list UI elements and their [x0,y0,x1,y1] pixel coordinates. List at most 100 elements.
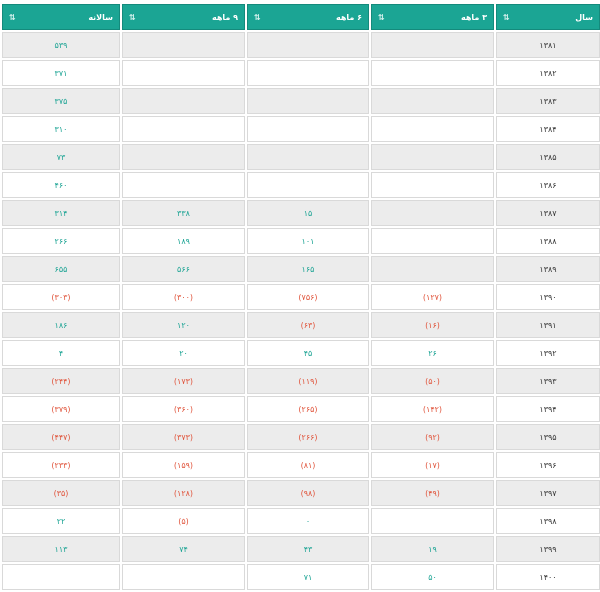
9-month-cell [122,116,245,142]
annual-cell: ۳۱۴ [2,200,120,226]
9-month-cell: ۳۳۸ [122,200,245,226]
table-row: (۳۷۹) (۳۶۰) (۲۶۵) (۱۴۲) ۱۳۹۴ [2,396,600,422]
6-month-cell: ۴۳ [247,536,369,562]
3-month-cell [371,200,494,226]
column-header-3-month[interactable]: ⇅ ۳ ماهه [371,4,494,30]
3-month-cell: (۴۹) [371,480,494,506]
6-month-cell: (۲۶۶) [247,424,369,450]
6-month-cell: (۲۶۵) [247,396,369,422]
table-row: ۱۸۶ ۱۲۰ (۶۳) (۱۶) ۱۳۹۱ [2,312,600,338]
year-cell: ۱۳۹۷ [496,480,600,506]
year-cell: ۱۳۸۵ [496,144,600,170]
annual-cell: ۳۷۵ [2,88,120,114]
annual-cell: ۴ [2,340,120,366]
column-header-year[interactable]: ⇅ سال [496,4,600,30]
year-cell: ۱۳۸۴ [496,116,600,142]
9-month-cell [122,32,245,58]
table-row: ۵۳۹ ۱۳۸۱ [2,32,600,58]
6-month-cell [247,144,369,170]
annual-cell: (۲۴۴) [2,368,120,394]
6-month-cell: (۹۸) [247,480,369,506]
annual-cell: (۲۳۳) [2,452,120,478]
year-cell: ۱۳۸۸ [496,228,600,254]
9-month-cell: (۳۷۳) [122,424,245,450]
year-cell: ۱۳۹۲ [496,340,600,366]
annual-cell: ۲۲ [2,508,120,534]
year-cell: ۱۳۹۶ [496,452,600,478]
year-cell: ۱۴۰۰ [496,564,600,590]
sort-arrows-icon[interactable]: ⇅ [378,13,385,22]
6-month-cell: (۸۱) [247,452,369,478]
year-cell: ۱۳۹۵ [496,424,600,450]
table-row: (۳۵) (۱۲۸) (۹۸) (۴۹) ۱۳۹۷ [2,480,600,506]
3-month-cell: (۱۴۲) [371,396,494,422]
sort-arrows-icon[interactable]: ⇅ [9,13,16,22]
6-month-cell: ۱۶۵ [247,256,369,282]
table-row: (۲۳۳) (۱۵۹) (۸۱) (۱۷) ۱۳۹۶ [2,452,600,478]
3-month-cell [371,508,494,534]
annual-cell: ۲۶۶ [2,228,120,254]
3-month-cell: (۱۷) [371,452,494,478]
table-row: ۳۷۵ ۱۳۸۳ [2,88,600,114]
column-header-6-month[interactable]: ⇅ ۶ ماهه [247,4,369,30]
column-header-annual[interactable]: ⇅ سالانه [2,4,120,30]
table-row: ۳۷۱ ۱۳۸۲ [2,60,600,86]
9-month-cell [122,60,245,86]
column-header-label: سال [575,12,593,22]
table-row: ۴ ۲۰ ۴۵ ۲۶ ۱۳۹۲ [2,340,600,366]
3-month-cell: ۱۹ [371,536,494,562]
annual-cell: ۳۱۰ [2,116,120,142]
3-month-cell [371,88,494,114]
year-cell: ۱۳۸۷ [496,200,600,226]
year-cell: ۱۳۹۳ [496,368,600,394]
9-month-cell: (۱۲۸) [122,480,245,506]
table-row: ۱۱۳ ۷۴ ۴۳ ۱۹ ۱۳۹۹ [2,536,600,562]
6-month-cell [247,116,369,142]
9-month-cell [122,172,245,198]
table-row: ۳۱۴ ۳۳۸ ۱۵ ۱۳۸۷ [2,200,600,226]
3-month-cell: (۵۰) [371,368,494,394]
9-month-cell: ۷۴ [122,536,245,562]
6-month-cell: (۷۵۶) [247,284,369,310]
3-month-cell [371,228,494,254]
9-month-cell: (۱۵۹) [122,452,245,478]
6-month-cell [247,172,369,198]
column-header-9-month[interactable]: ⇅ ۹ ماهه [122,4,245,30]
6-month-cell: (۶۳) [247,312,369,338]
6-month-cell [247,32,369,58]
table-row: ۳۱۰ ۱۳۸۴ [2,116,600,142]
annual-cell: ۵۳۹ [2,32,120,58]
annual-cell: ۳۷۱ [2,60,120,86]
9-month-cell: ۱۸۹ [122,228,245,254]
year-cell: ۱۳۸۲ [496,60,600,86]
9-month-cell [122,564,245,590]
9-month-cell: (۳۶۰) [122,396,245,422]
6-month-cell: ۷۱ [247,564,369,590]
sort-arrows-icon[interactable]: ⇅ [129,13,136,22]
9-month-cell: ۵۶۶ [122,256,245,282]
6-month-cell: ۱۵ [247,200,369,226]
table-row: (۳۰۳) (۳۰۰) (۷۵۶) (۱۲۷) ۱۳۹۰ [2,284,600,310]
sort-arrows-icon[interactable]: ⇅ [254,13,261,22]
9-month-cell: ۲۰ [122,340,245,366]
9-month-cell: (۳۰۰) [122,284,245,310]
column-header-label: سالانه [88,12,113,22]
sort-arrows-icon[interactable]: ⇅ [503,13,510,22]
6-month-cell: (۱۱۹) [247,368,369,394]
table-row: (۲۴۴) (۱۷۳) (۱۱۹) (۵۰) ۱۳۹۳ [2,368,600,394]
year-cell: ۱۳۸۳ [496,88,600,114]
9-month-cell: (۵) [122,508,245,534]
6-month-cell [247,88,369,114]
9-month-cell [122,88,245,114]
table-row: ۷۱ ۵۰ ۱۴۰۰ [2,564,600,590]
3-month-cell [371,144,494,170]
column-header-label: ۹ ماهه [211,12,238,22]
year-cell: ۱۳۹۹ [496,536,600,562]
3-month-cell [371,32,494,58]
3-month-cell: (۹۲) [371,424,494,450]
data-table: ⇅ سالانه ⇅ ۹ ماهه ⇅ ۶ ماهه ⇅ ۳ ماهه ⇅ سا… [0,2,600,592]
annual-cell [2,564,120,590]
year-cell: ۱۳۹۰ [496,284,600,310]
annual-cell: ۷۳ [2,144,120,170]
table-row: ۲۲ (۵) ۰ ۱۳۹۸ [2,508,600,534]
